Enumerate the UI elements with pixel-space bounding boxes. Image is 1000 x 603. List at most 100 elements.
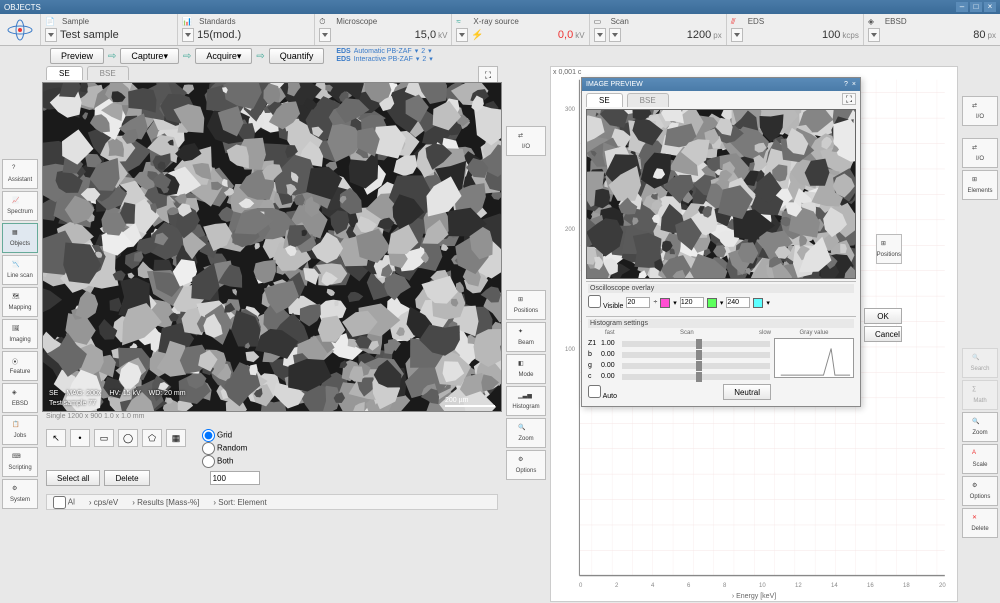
io-icon: ⇄ [518, 132, 534, 144]
slider-c[interactable] [622, 374, 770, 380]
radio-random[interactable]: Random [202, 442, 247, 455]
right-search-button[interactable]: 🔍Search [962, 348, 998, 378]
preview-image[interactable] [586, 109, 856, 279]
window-minimize-button[interactable]: – [956, 2, 968, 12]
neutral-button[interactable]: Neutral [723, 384, 771, 400]
sidebar-mapping[interactable]: 🗺Mapping [2, 287, 38, 317]
standards-icon: 📊 [182, 17, 196, 27]
scan-icon: ▭ [594, 17, 608, 27]
results-cpsev[interactable]: › cps/eV [89, 498, 118, 507]
tool-grid[interactable]: ▦ [166, 429, 186, 447]
tool-polygon[interactable]: ⬠ [142, 429, 162, 447]
radio-both[interactable]: Both [202, 455, 247, 468]
preview-cancel-button[interactable]: Cancel [864, 326, 902, 342]
auto-checkbox[interactable]: Auto [588, 385, 617, 400]
panel-eds: ⫻EDS 100kcps [726, 14, 863, 45]
slider-b[interactable] [622, 352, 770, 358]
semtool-beam[interactable]: ✦Beam [506, 322, 546, 352]
count-input[interactable] [210, 471, 260, 485]
window-maximize-button[interactable]: □ [970, 2, 982, 12]
imaging-icon: 🖼 [12, 325, 28, 337]
preview-tab-bse[interactable]: BSE [627, 93, 669, 107]
sidebar-imaging[interactable]: 🖼Imaging [2, 319, 38, 349]
semtool-positions[interactable]: ⊞Positions [506, 290, 546, 320]
results-sort[interactable]: › Sort: Element [213, 498, 266, 507]
sidebar-feature[interactable]: ⦿Feature [2, 351, 38, 381]
osc-color-a[interactable] [660, 298, 670, 308]
al-checkbox[interactable]: Al [53, 496, 75, 509]
sidebar-system[interactable]: ⚙System [2, 479, 38, 509]
zoom-icon: 🔍 [518, 424, 534, 436]
right-options-button[interactable]: ⚙Options [962, 476, 998, 506]
right-delete-button[interactable]: ✕Delete [962, 508, 998, 538]
slider-g[interactable] [622, 363, 770, 369]
semtool-io[interactable]: ⇄I/O [506, 126, 546, 156]
tab-bse[interactable]: BSE [87, 66, 129, 80]
right-elements-button[interactable]: ⊞Elements [962, 170, 998, 200]
sem-image-view[interactable]: Test sample 77 SEMAG: 200xHV: 15 kVWD: 2… [42, 82, 502, 412]
eds-method-info: EDSAutomatic PB-ZAF▾2▾ EDSInteractive PB… [336, 48, 432, 64]
tool-point[interactable]: • [70, 429, 90, 447]
sidebar-assistant[interactable]: ?Assistant [2, 159, 38, 189]
eds-dropdown[interactable] [731, 28, 743, 42]
tool-rect[interactable]: ▭ [94, 429, 114, 447]
scan-dropdown2[interactable] [609, 28, 621, 42]
right-io-button[interactable]: ⇄I/O [962, 96, 998, 126]
sample-dropdown[interactable] [45, 28, 57, 42]
osc-val-c[interactable] [726, 297, 750, 308]
ebsd-dropdown[interactable] [868, 28, 880, 42]
xray-dropdown[interactable] [456, 28, 468, 42]
jobs-icon: 📋 [12, 421, 28, 433]
preview-button[interactable]: Preview [50, 48, 104, 64]
select-all-button[interactable]: Select all [46, 470, 100, 486]
semtool-options[interactable]: ⚙Options [506, 450, 546, 480]
semtool-histogram[interactable]: ▁▃▅Histogram [506, 386, 546, 416]
window-close-button[interactable]: × [984, 2, 996, 12]
spectrum-chart[interactable]: x 0,001 c 02468101214161820 300200100 › … [550, 66, 958, 602]
quantify-button[interactable]: Quantify [269, 48, 325, 64]
sidebar-linescan[interactable]: 📉Line scan [2, 255, 38, 285]
radio-grid[interactable]: Grid [202, 429, 247, 442]
preview-ok-button[interactable]: OK [864, 308, 902, 324]
scan-dropdown[interactable] [594, 28, 606, 42]
options-icon: ⚙ [518, 456, 534, 468]
tool-pointer[interactable]: ↖ [46, 429, 66, 447]
osc-color-c[interactable] [753, 298, 763, 308]
osc-color-b[interactable] [707, 298, 717, 308]
microscope-dropdown[interactable] [319, 28, 331, 42]
sidebar-jobs[interactable]: 📋Jobs [2, 415, 38, 445]
sidebar-spectrum[interactable]: 📈Spectrum [2, 191, 38, 221]
right-io2-button[interactable]: ⇄I/O [962, 138, 998, 168]
tab-se[interactable]: SE [46, 66, 83, 80]
preview-help-icon[interactable]: ? [844, 81, 848, 88]
delete-button[interactable]: Delete [104, 470, 149, 486]
visible-checkbox[interactable]: Visible [588, 295, 623, 310]
sidebar-scripting[interactable]: ⌨Scripting [2, 447, 38, 477]
io-icon: ⇄ [972, 144, 988, 156]
preview-titlebar[interactable]: IMAGE PREVIEW?× [582, 78, 860, 91]
preview-expand-button[interactable]: ⛶ [842, 93, 856, 105]
semtool-zoom[interactable]: 🔍Zoom [506, 418, 546, 448]
preview-close-icon[interactable]: × [852, 81, 856, 88]
mode-icon: ◧ [518, 360, 534, 372]
panel-xray: ≈X-ray source ⚡0,0kV [451, 14, 588, 45]
panel-microscope: ⏱Microscope 15,0kV [314, 14, 451, 45]
preview-tab-se[interactable]: SE [586, 93, 623, 107]
results-mass[interactable]: › Results [Mass-%] [132, 498, 199, 507]
ebsd-icon: ◈ [868, 17, 882, 27]
semtool-mode[interactable]: ◧Mode [506, 354, 546, 384]
right-scale-button[interactable]: AScale [962, 444, 998, 474]
preview-positions-button[interactable]: ⊞Positions [876, 234, 902, 264]
standards-dropdown[interactable] [182, 28, 194, 42]
osc-val-a[interactable] [626, 297, 650, 308]
sidebar-ebsd[interactable]: ◈EBSD [2, 383, 38, 413]
slider-z1[interactable] [622, 341, 770, 347]
sidebar-objects[interactable]: ▦Objects [2, 223, 38, 253]
tool-ellipse[interactable]: ◯ [118, 429, 138, 447]
acquire-button[interactable]: Acquire ▾ [195, 48, 252, 64]
right-zoom-button[interactable]: 🔍Zoom [962, 412, 998, 442]
right-sidebar: ⇄I/O ⇄I/O ⊞Elements 🔍Search ∑Math 🔍Zoom … [960, 66, 1000, 602]
right-math-button[interactable]: ∑Math [962, 380, 998, 410]
osc-val-b[interactable] [680, 297, 704, 308]
capture-button[interactable]: Capture ▾ [120, 48, 179, 64]
